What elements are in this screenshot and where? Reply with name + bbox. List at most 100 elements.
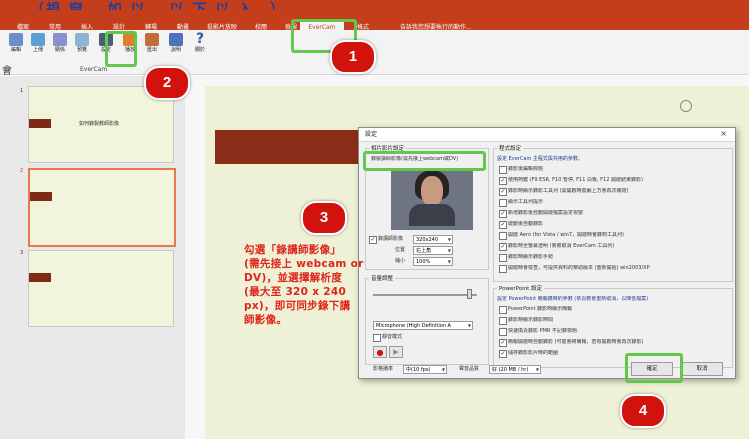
step-badge-2: 2 bbox=[144, 66, 190, 100]
slide-thumbnail-pane: 會 如何錄製教師影像 1 2 3 bbox=[0, 67, 185, 439]
program-option-label: 新增錄影後自動開啟檔案設定視窗 bbox=[508, 210, 584, 216]
sort-label: 關係 bbox=[54, 47, 65, 53]
program-group-label: 程式設定 bbox=[497, 144, 524, 152]
export-button[interactable]: 匯出 bbox=[142, 33, 162, 65]
powerpoint-option-label: 簡報開啟時自動錄影 (可能會將簡報，若有開啟時會再次錄影) bbox=[508, 339, 644, 345]
powerpoint-option-checkbox[interactable]: ✓ bbox=[499, 339, 507, 347]
ok-button-highlight bbox=[625, 353, 683, 383]
resolution-label: 錄講師影像 bbox=[378, 236, 404, 242]
program-option-label: 錄影時全螢幕透明 (會被取消 EverCam 工具列) bbox=[508, 243, 615, 249]
size-select[interactable]: 100% bbox=[413, 257, 453, 266]
export-label: 匯出 bbox=[146, 47, 157, 53]
powerpoint-option-checkbox[interactable]: ✓ bbox=[499, 350, 507, 358]
annotation-line: 師影像。 bbox=[244, 314, 288, 326]
play-preview-icon[interactable]: ▶ bbox=[389, 346, 403, 358]
zoom-button[interactable]: 說明 bbox=[166, 33, 186, 65]
side-char: 會 bbox=[2, 66, 12, 77]
record-teacher-checkbox[interactable]: ✓ bbox=[369, 236, 377, 244]
preview-label: 預覽 bbox=[76, 47, 87, 53]
quality-label: 聲音品質 bbox=[459, 366, 480, 372]
program-option-checkbox[interactable] bbox=[499, 254, 507, 262]
preview-button[interactable]: 預覽 bbox=[72, 33, 92, 65]
annotation-line: (需先接上 webcam or bbox=[244, 258, 364, 270]
ribbon-tabs: 檔案 常用 插入 設計 轉場 動畫 投影片放映 校閱 檢視 EverCam 格式… bbox=[0, 10, 749, 36]
program-option-checkbox[interactable]: ✓ bbox=[499, 210, 507, 218]
slide-number: 1 bbox=[20, 88, 24, 94]
volume-slider-track bbox=[373, 294, 477, 296]
size-label: 縮小 bbox=[395, 258, 406, 264]
powerpoint-option-checkbox[interactable] bbox=[499, 306, 507, 314]
audio-group-label: 音量調整 bbox=[369, 274, 396, 282]
export-icon bbox=[145, 33, 159, 46]
cancel-button[interactable]: 取消 bbox=[681, 362, 723, 376]
microphone-select[interactable]: Microphone (High Definition A bbox=[373, 321, 473, 330]
annotation-text: 勾選「錄講師影像」 (需先接上 webcam or DV)，並選擇解析度 (最大… bbox=[244, 243, 369, 327]
slide-thumbnail-3[interactable] bbox=[28, 250, 174, 327]
record-icon[interactable]: ● bbox=[373, 346, 387, 358]
upload-icon bbox=[31, 33, 45, 46]
webcam-preview bbox=[391, 168, 473, 230]
slide-number: 2 bbox=[20, 168, 24, 174]
program-option-label: 顯示工具列提示 bbox=[508, 199, 544, 205]
quality-select[interactable]: 好 (20 MB / hr) bbox=[489, 365, 541, 374]
mute-checkbox[interactable] bbox=[373, 334, 381, 342]
dialog-title: 設定 bbox=[359, 128, 735, 142]
powerpoint-group-label: PowerPoint 設定 bbox=[497, 284, 545, 292]
help-label: 說明 bbox=[170, 47, 181, 53]
program-option-checkbox[interactable] bbox=[499, 199, 507, 207]
powerpoint-option-checkbox[interactable] bbox=[499, 328, 507, 336]
help-icon: ? bbox=[195, 31, 205, 47]
annotation-line: (最大至 320 x 240 bbox=[244, 286, 347, 298]
help-button[interactable]: ? 關於 bbox=[190, 31, 210, 65]
step-badge-4: 4 bbox=[620, 394, 666, 428]
edit-button[interactable]: 編輯 bbox=[6, 33, 26, 65]
mute-label: 靜音模式 bbox=[382, 334, 403, 340]
sort-icon bbox=[53, 33, 67, 46]
edit-label: 編輯 bbox=[10, 47, 21, 53]
powerpoint-option-label: PowerPoint 錄影時顯示簡報 bbox=[508, 306, 573, 312]
program-option-checkbox[interactable] bbox=[499, 166, 507, 174]
program-option-checkbox[interactable] bbox=[499, 232, 507, 240]
program-option-checkbox[interactable]: ✓ bbox=[499, 188, 507, 196]
annotation-line: DV)，並選擇解析度 bbox=[244, 272, 343, 284]
slide-arrow bbox=[30, 192, 52, 201]
close-icon[interactable]: × bbox=[720, 129, 727, 138]
position-label: 位置 bbox=[395, 247, 406, 253]
annotation-line: 勾選「錄講師影像」 bbox=[244, 244, 342, 256]
group-label: EverCam bbox=[80, 66, 108, 73]
program-option-label: 錄影後編輯標題 bbox=[508, 166, 544, 172]
program-option-label: 錄影時顯示錄影工具列 (需開啟時置顯上方會再次關閉) bbox=[508, 188, 629, 194]
position-select[interactable]: 右上角 bbox=[413, 246, 453, 255]
record-option-highlight bbox=[363, 151, 486, 171]
program-option-checkbox[interactable]: ✓ bbox=[499, 243, 507, 251]
slide-arrow bbox=[29, 119, 51, 128]
powerpoint-option-label: 快速換頁錄影 PMR 不記錄標題 bbox=[508, 328, 577, 334]
resolution-select[interactable]: 320x240 bbox=[413, 235, 453, 244]
about-label: 關於 bbox=[194, 47, 205, 53]
program-option-checkbox[interactable]: ✓ bbox=[499, 221, 507, 229]
slide-thumbnail-2[interactable] bbox=[28, 168, 176, 247]
slide-number: 3 bbox=[20, 250, 24, 256]
powerpoint-option-label: 錄影時顯示錄影時間 bbox=[508, 317, 554, 323]
program-option-label: 使用熱鍵 (F9 ESR, F10 暫停, F11 白板, F12 開啟結束錄影… bbox=[508, 177, 643, 183]
upload-label: 上傳 bbox=[32, 47, 43, 53]
fps-label: 影格播率 bbox=[373, 366, 394, 372]
fps-select[interactable]: 中(10 fps) bbox=[403, 365, 447, 374]
program-description: 設定 EverCam 主程式與共用的參數。 bbox=[497, 156, 583, 162]
webcam-face bbox=[421, 176, 443, 206]
slide1-title: 如何錄製教師影像 bbox=[79, 121, 120, 127]
program-option-checkbox[interactable]: ✓ bbox=[499, 177, 507, 185]
powerpoint-option-checkbox[interactable] bbox=[499, 317, 507, 325]
annotation-line: px)，即可同步錄下講 bbox=[244, 300, 351, 312]
powerpoint-option-label: 儲存錄影影片時的範圍 bbox=[508, 350, 559, 356]
rotate-handle-icon[interactable] bbox=[680, 100, 692, 112]
program-option-label: 啟動後自動錄影 bbox=[508, 221, 544, 227]
program-option-checkbox[interactable] bbox=[499, 265, 507, 273]
volume-slider-thumb[interactable] bbox=[467, 289, 472, 299]
program-option-label: 錄影時顯示錄影手勢 bbox=[508, 254, 554, 260]
sort-button[interactable]: 關係 bbox=[50, 33, 70, 65]
slide-banner bbox=[215, 130, 360, 164]
zoom-icon bbox=[169, 33, 183, 46]
webcam-body bbox=[409, 204, 455, 226]
upload-button[interactable]: 上傳 bbox=[28, 33, 48, 65]
